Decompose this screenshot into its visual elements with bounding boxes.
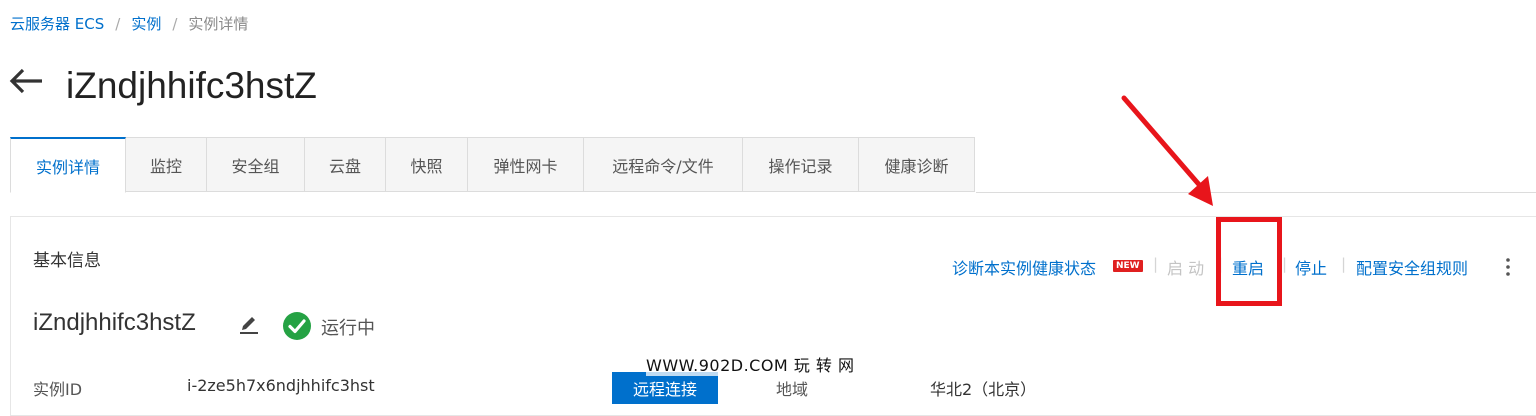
annotation-arrow-icon bbox=[1121, 95, 1213, 206]
breadcrumb-separator: / bbox=[115, 14, 121, 33]
new-badge: NEW bbox=[1113, 260, 1143, 272]
action-separator: | bbox=[1153, 255, 1159, 273]
edit-icon[interactable] bbox=[238, 315, 260, 339]
tab-instance-details[interactable]: 实例详情 bbox=[10, 137, 126, 193]
instance-id-value: i-2ze5h7x6ndjhhifc3hst bbox=[187, 376, 375, 395]
tab-health-diagnosis[interactable]: 健康诊断 bbox=[859, 137, 975, 192]
tab-remote-commands[interactable]: 远程命令/文件 bbox=[584, 137, 743, 192]
status-text: 运行中 bbox=[321, 318, 375, 339]
remote-connect-button[interactable]: 远程连接 bbox=[612, 372, 718, 404]
section-title: 基本信息 bbox=[33, 251, 101, 271]
page-title: iZndjhhifc3hstZ bbox=[66, 65, 317, 106]
breadcrumb-instances-link[interactable]: 实例 bbox=[131, 13, 161, 34]
action-separator: | bbox=[1282, 255, 1288, 273]
more-vertical-icon[interactable] bbox=[1504, 257, 1512, 281]
tab-eni[interactable]: 弹性网卡 bbox=[468, 137, 584, 192]
config-security-rules-link[interactable]: 配置安全组规则 bbox=[1356, 255, 1468, 279]
tab-bar: 实例详情 监控 安全组 云盘 快照 弹性网卡 远程命令/文件 操作记录 健康诊断 bbox=[10, 137, 975, 193]
instance-name: iZndjhhifc3hstZ bbox=[33, 309, 196, 336]
tab-security-groups[interactable]: 安全组 bbox=[207, 137, 305, 192]
instance-id-label: 实例ID bbox=[33, 380, 83, 399]
watermark-text: WWW.902D.COM 玩 转 网 bbox=[646, 352, 855, 376]
arrow-left-icon[interactable] bbox=[8, 63, 44, 107]
breadcrumb-separator: / bbox=[172, 14, 178, 33]
start-button[interactable]: 启 动 bbox=[1167, 255, 1204, 279]
region-value: 华北2（北京） bbox=[930, 380, 1037, 399]
tab-cloud-disks[interactable]: 云盘 bbox=[305, 137, 386, 192]
breadcrumb-current: 实例详情 bbox=[188, 15, 249, 33]
breadcrumb-ecs-link[interactable]: 云服务器 ECS bbox=[10, 13, 104, 34]
tab-divider bbox=[976, 192, 1536, 193]
tab-monitoring[interactable]: 监控 bbox=[126, 137, 207, 192]
action-separator: | bbox=[1341, 255, 1347, 273]
check-circle-icon bbox=[282, 311, 312, 345]
tab-snapshots[interactable]: 快照 bbox=[386, 137, 468, 192]
region-label: 地域 bbox=[776, 380, 809, 399]
diagnose-health-link[interactable]: 诊断本实例健康状态 bbox=[952, 255, 1096, 279]
tab-operation-logs[interactable]: 操作记录 bbox=[743, 137, 859, 192]
annotation-highlight-box bbox=[1216, 217, 1282, 306]
stop-button[interactable]: 停止 bbox=[1295, 255, 1327, 279]
breadcrumb: 云服务器 ECS / 实例 / 实例详情 bbox=[10, 13, 248, 34]
